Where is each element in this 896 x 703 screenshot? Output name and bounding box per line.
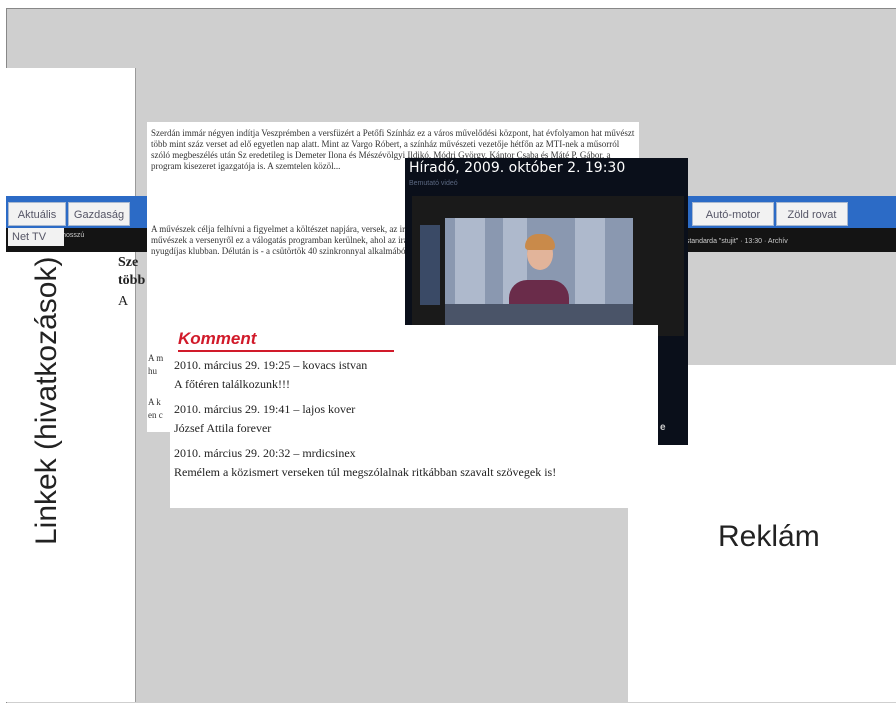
comment-text: József Attila forever (174, 421, 272, 435)
article-side-fragment: en c (148, 410, 163, 420)
tab-gazdasag[interactable]: Gazdaság (68, 202, 130, 226)
article-heading-fragment: A (118, 294, 129, 309)
article-side-fragment: hu (148, 366, 157, 376)
sub-nav-right-text: n standarda "stujit" · 13:30 · Archív (680, 238, 788, 245)
article-heading-fragment: több (118, 273, 146, 288)
video-bottom-label: e (660, 422, 666, 433)
tab-auto-motor[interactable]: Autó-motor (692, 202, 774, 226)
video-side-graphic (420, 225, 440, 305)
comment-text: Remélem a közismert verseken túl megszól… (174, 465, 557, 479)
article-side-fragment: A m (148, 353, 164, 363)
comment-meta: 2010. március 29. 19:25 – kovacs istvan (174, 358, 368, 372)
tab-aktualis[interactable]: Aktuális (8, 202, 66, 226)
comment-meta: 2010. március 29. 19:41 – lajos kover (174, 402, 356, 416)
links-sidebar-label: Linkek (hivatkozások) (30, 256, 63, 545)
ad-label: Reklám (718, 520, 820, 553)
video-subtitle: Bemutató videó (409, 180, 458, 187)
links-sidebar (6, 68, 136, 702)
comment-title: Komment (178, 329, 257, 348)
tab-zold-rovat[interactable]: Zöld rovat (776, 202, 848, 226)
video-title: Híradó, 2009. október 2. 19:30 (409, 160, 626, 176)
comment-text: A főtéren találkozunk!!! (174, 377, 290, 391)
article-side-fragment: A k (148, 397, 161, 407)
comment-title-underline (178, 350, 394, 352)
news-anchor-image (445, 218, 633, 326)
tab-net-tv[interactable]: Net TV (8, 228, 64, 246)
comment-meta: 2010. március 29. 20:32 – mrdicsinex (174, 446, 356, 460)
article-heading-fragment: Sze (118, 255, 139, 270)
